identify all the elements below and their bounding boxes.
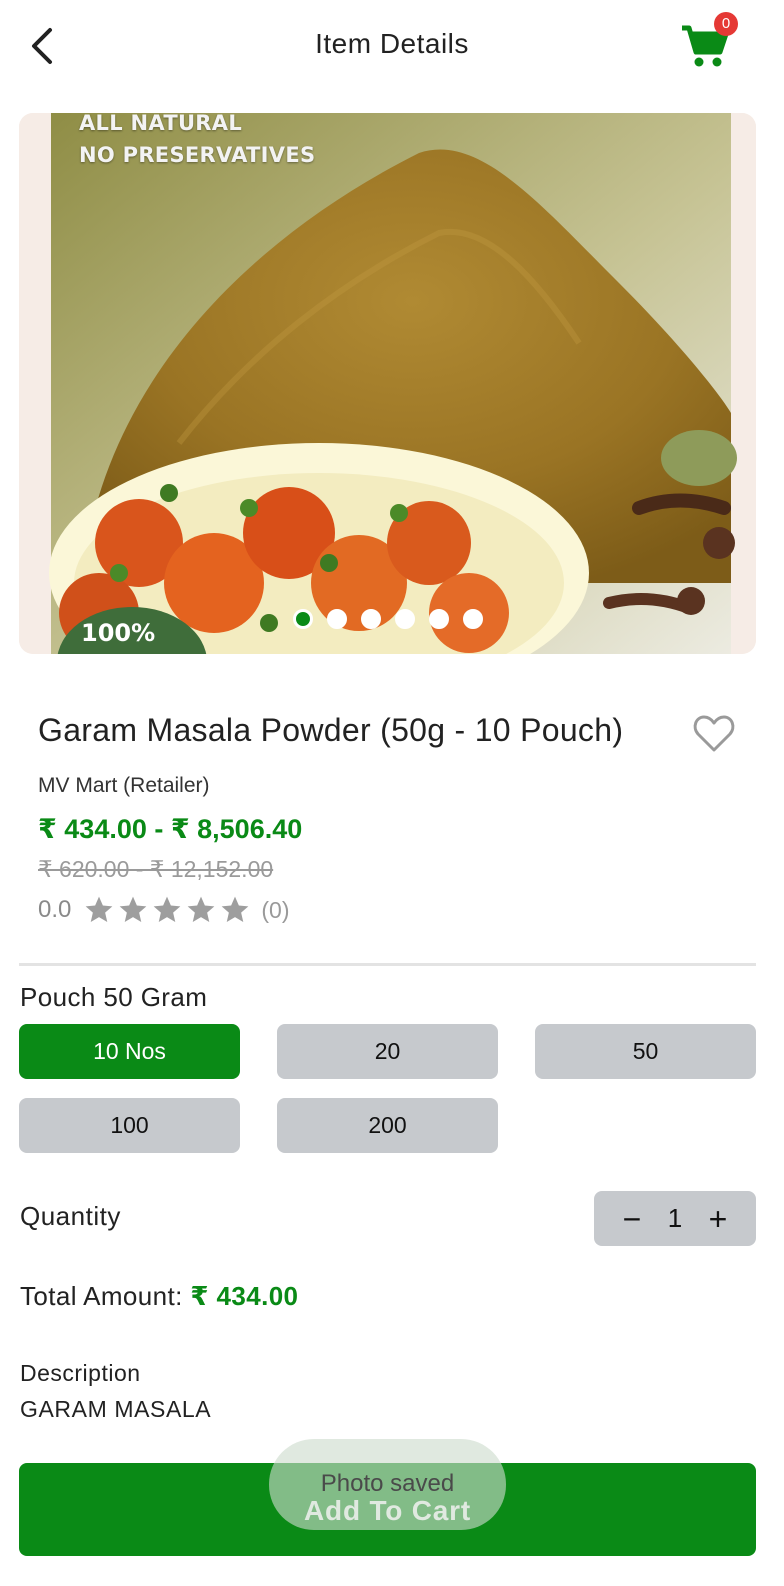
carousel-dot-active[interactable] [293,609,313,629]
carousel-dot[interactable] [361,609,381,629]
variant-option-50[interactable]: 50 [535,1024,756,1079]
carousel-dot[interactable] [395,609,415,629]
cart-count-badge: 0 [714,12,738,36]
total-amount-label: Total Amount: [20,1281,191,1311]
star-icon [188,896,215,922]
product-image-carousel[interactable]: ALL NATURAL NO PRESERVATIVES 100% [19,113,756,654]
carousel-dot[interactable] [429,609,449,629]
star-icon [120,896,147,922]
carousel-dot[interactable] [327,609,347,629]
product-image [19,113,756,654]
section-divider [19,963,756,966]
page-title: Item Details [315,28,469,59]
rating-row: 0.0 (0) [38,894,290,926]
carousel-indicators [293,609,483,629]
rating-count: (0) [261,896,290,923]
total-amount-row: Total Amount: ₹ 434.00 [20,1281,298,1312]
price-range: ₹ 434.00 - ₹ 8,506.40 [38,814,303,844]
mrp-range: ₹ 620.00 - ₹ 12,152.00 [38,856,274,882]
banner-line-1: ALL NATURAL [79,113,243,135]
natural-badge-text: 100% [81,619,156,647]
rating-value: 0.0 [38,896,72,923]
top-app-bar: Item Details 0 [0,0,784,92]
quantity-value: 1 [667,1203,683,1233]
variant-option-10-nos[interactable]: 10 Nos [19,1024,240,1079]
increase-button[interactable]: + [704,1203,732,1235]
star-icon [222,896,249,922]
carousel-dot[interactable] [463,609,483,629]
star-icon [86,896,113,922]
variant-option-20[interactable]: 20 [277,1024,498,1079]
variant-option-100[interactable]: 100 [19,1098,240,1153]
banner-line-2: NO PRESERVATIVES [79,143,316,167]
decrease-button[interactable]: − [618,1203,646,1235]
star-icon [154,896,181,922]
quantity-stepper: − 1 + [594,1191,756,1246]
heart-icon [693,715,735,752]
total-amount-value: ₹ 434.00 [190,1281,299,1311]
product-title: Garam Masala Powder (50g - 10 Pouch) [38,712,624,748]
favorite-button[interactable] [692,714,736,754]
rating-stars [83,894,251,926]
variant-option-200[interactable]: 200 [277,1098,498,1153]
description-text: GARAM MASALA [20,1396,212,1422]
variant-label: Pouch 50 Gram [20,982,208,1012]
seller-name: MV Mart (Retailer) [38,774,210,797]
description-label: Description [20,1360,141,1386]
toast-message: Photo saved [269,1439,506,1530]
quantity-label: Quantity [20,1201,121,1231]
